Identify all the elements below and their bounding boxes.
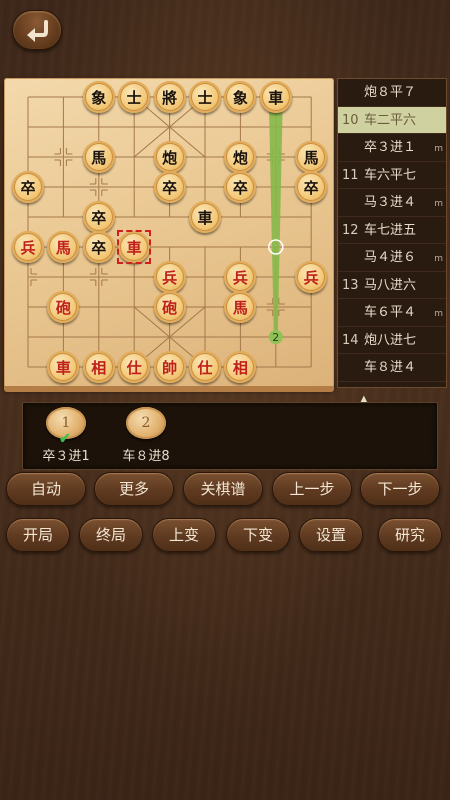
move-list-item[interactable]: 炮８平７	[338, 79, 446, 107]
black-piece[interactable]: 馬	[295, 141, 328, 173]
action-button[interactable]: 开局	[6, 518, 70, 552]
move-list[interactable]: 炮８平７ 10 车二平六卒３进１ m 11 车六平七马３进４ m 12 车七进五马４进６ m 13 马…	[337, 78, 447, 388]
black-piece[interactable]: 卒	[224, 171, 257, 203]
move-text: 马３进４	[364, 195, 417, 210]
red-piece[interactable]: 砲	[47, 291, 80, 323]
red-piece[interactable]: 相	[224, 351, 257, 383]
move-text: 车二平六	[364, 112, 417, 128]
black-piece[interactable]: 車	[259, 81, 292, 113]
back-button[interactable]	[12, 10, 62, 50]
selected-piece-highlight	[117, 230, 152, 264]
back-arrow-icon	[27, 20, 48, 42]
black-piece[interactable]: 卒	[82, 201, 115, 233]
move-number: 10	[342, 112, 359, 128]
move-list-item[interactable]: 10 车二平六	[338, 106, 446, 134]
red-piece[interactable]: 砲	[153, 291, 186, 323]
action-button[interactable]: 更多	[94, 472, 174, 506]
move-text: 马八进六	[364, 277, 417, 293]
variation-number: 1 ✔	[46, 407, 86, 447]
move-text: 卒３进１	[364, 140, 417, 155]
move-comment-marker: m	[434, 199, 443, 209]
action-button[interactable]: 终局	[79, 518, 143, 552]
black-piece[interactable]: 卒	[12, 171, 44, 203]
move-text: 车六平七	[364, 167, 417, 183]
move-text: 炮八进七	[364, 332, 417, 348]
red-piece[interactable]: 兵	[224, 261, 257, 293]
black-piece[interactable]: 卒	[82, 231, 115, 263]
red-piece[interactable]: 兵	[295, 261, 328, 293]
move-comment-marker: m	[434, 254, 443, 264]
black-piece[interactable]: 士	[189, 81, 221, 113]
action-button[interactable]: 研究	[378, 518, 442, 552]
black-piece[interactable]: 士	[118, 81, 151, 113]
red-piece[interactable]: 兵	[12, 231, 44, 263]
black-piece[interactable]: 炮	[224, 141, 257, 173]
action-button[interactable]: 自动	[6, 472, 86, 506]
pieces-layer: 象士將士象車馬炮炮馬卒卒卒卒卒車兵馬卒車兵兵兵砲砲馬車相仕帥仕相	[4, 78, 334, 388]
move-text: 车８进４	[364, 360, 417, 375]
move-comment-marker: m	[434, 309, 443, 319]
red-piece[interactable]: 仕	[189, 351, 221, 383]
move-text: 车七进五	[364, 222, 417, 238]
move-comment-marker: m	[434, 144, 443, 154]
move-number: 14	[342, 332, 359, 348]
variation-label: 车８进8	[122, 449, 170, 464]
move-list-item[interactable]: 12 车七进五	[338, 217, 446, 244]
move-number: 13	[342, 277, 359, 293]
move-text: 车６平４	[364, 305, 417, 320]
action-button[interactable]: 下变	[226, 518, 290, 552]
action-button[interactable]: 下一步	[360, 472, 440, 506]
move-list-item[interactable]: 车６平４ m	[338, 299, 446, 327]
move-text: 马４进６	[364, 250, 417, 265]
move-number: 12	[342, 222, 359, 238]
red-piece[interactable]: 馬	[47, 231, 80, 263]
action-button[interactable]: 关棋谱	[183, 472, 263, 506]
black-piece[interactable]: 炮	[153, 141, 186, 173]
move-list-item[interactable]: 11 车六平七	[338, 162, 446, 189]
action-button[interactable]: 上一步	[272, 472, 352, 506]
black-piece[interactable]: 馬	[82, 141, 115, 173]
black-piece[interactable]: 卒	[153, 171, 186, 203]
black-piece[interactable]: 卒	[295, 171, 328, 203]
black-piece[interactable]: 車	[189, 201, 221, 233]
move-list-item[interactable]: 马３进４ m	[338, 189, 446, 217]
action-button[interactable]: 上变	[152, 518, 216, 552]
variations-panel[interactable]: 1 ✔ 卒３进1 2 车８进8	[22, 402, 438, 470]
black-piece[interactable]: 象	[82, 81, 115, 113]
red-piece[interactable]: 車	[47, 351, 80, 383]
black-piece[interactable]: 將	[153, 81, 186, 113]
red-piece[interactable]: 仕	[118, 351, 151, 383]
move-list-item[interactable]: 卒３进１ m	[338, 134, 446, 162]
move-list-item[interactable]: 马４进６ m	[338, 244, 446, 272]
red-piece[interactable]: 馬	[224, 291, 257, 323]
red-piece[interactable]: 兵	[153, 261, 186, 293]
move-number: 11	[342, 167, 359, 183]
move-list-item[interactable]: 14 炮八进七	[338, 327, 446, 354]
red-piece[interactable]: 相	[82, 351, 115, 383]
action-button[interactable]: 设置	[299, 518, 363, 552]
move-list-item[interactable]: 车８进４	[338, 354, 446, 382]
move-list-item[interactable]: 13 马八进六	[338, 272, 446, 299]
red-piece[interactable]: 帥	[153, 351, 186, 383]
black-piece[interactable]: 象	[224, 81, 257, 113]
check-icon: ✔	[59, 431, 71, 447]
variation-option[interactable]: 2 车８进8	[111, 407, 181, 464]
variation-option[interactable]: 1 ✔ 卒３进1	[31, 407, 101, 464]
variation-number: 2	[126, 407, 166, 439]
move-text: 炮８平７	[364, 85, 417, 100]
